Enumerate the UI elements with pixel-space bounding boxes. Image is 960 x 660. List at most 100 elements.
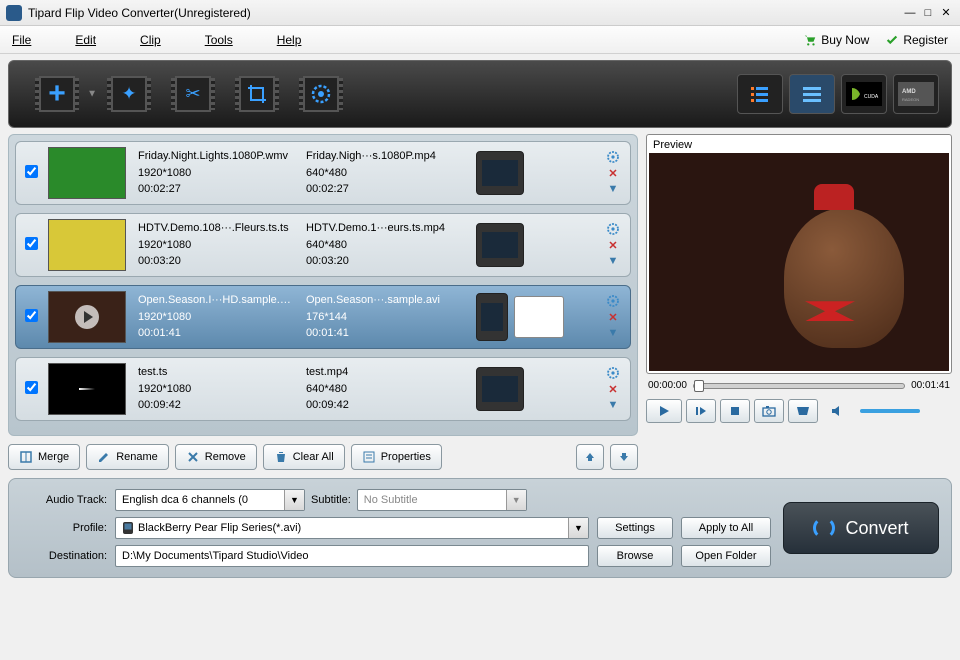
menu-edit[interactable]: Edit [75,33,96,47]
subtitle-select[interactable]: No Subtitle▼ [357,489,527,511]
volume-slider[interactable] [860,409,920,413]
menu-help[interactable]: Help [277,33,302,47]
menu-clip[interactable]: Clip [140,33,161,47]
convert-button[interactable]: Convert [783,502,939,554]
close-button[interactable]: ✕ [938,6,954,20]
file-thumbnail [48,291,126,343]
step-button[interactable] [686,399,716,423]
properties-label: Properties [381,451,431,463]
settings-button[interactable]: Settings [597,517,673,539]
audio-track-label: Audio Track: [21,494,107,506]
file-checkbox[interactable] [25,309,38,322]
clear-all-label: Clear All [293,451,334,463]
snapshot-button[interactable] [754,399,784,423]
file-checkbox[interactable] [25,237,38,250]
file-list: Friday.Night.Lights.1080P.wmv1920*108000… [8,134,638,436]
profile-dropdown-button[interactable]: ▼ [514,296,564,338]
destination-label: Destination: [21,550,107,562]
step-icon [695,405,707,417]
row-remove-button[interactable]: ✕ [606,310,620,324]
row-remove-button[interactable]: ✕ [606,166,620,180]
row-expand-button[interactable]: ▼ [606,182,620,196]
row-expand-button[interactable]: ▼ [606,254,620,268]
pencil-icon [97,450,111,464]
stop-button[interactable] [720,399,750,423]
browse-button[interactable]: Browse [597,545,673,567]
source-info: Open.Season.I···HD.sample.mkv1920*108000… [134,290,302,344]
list-icon [749,85,771,103]
list-action-bar: Merge Rename Remove Clear All Properties [8,444,638,470]
nvidia-badge[interactable]: CUDA [841,74,887,114]
minimize-button[interactable]: — [902,6,918,20]
fullscreen-button[interactable] [788,399,818,423]
file-row[interactable]: Open.Season.I···HD.sample.mkv1920*108000… [15,285,631,349]
row-settings-button[interactable] [606,294,620,308]
convert-icon [813,517,835,539]
output-device-icon[interactable] [476,223,524,267]
open-folder-button[interactable]: Open Folder [681,545,771,567]
x-icon [186,450,200,464]
add-file-button[interactable]: + ▼ [21,70,93,118]
detail-view-button[interactable] [789,74,835,114]
audio-track-select[interactable]: English dca 6 channels (0▼ [115,489,305,511]
move-down-button[interactable] [610,444,638,470]
clear-all-button[interactable]: Clear All [263,444,345,470]
buy-now-button[interactable]: Buy Now [803,33,869,47]
row-settings-button[interactable] [606,366,620,380]
merge-button[interactable]: Merge [8,444,80,470]
file-row[interactable]: Friday.Night.Lights.1080P.wmv1920*108000… [15,141,631,205]
row-remove-button[interactable]: ✕ [606,382,620,396]
profile-select[interactable]: BlackBerry Pear Flip Series(*.avi)▼ [115,517,589,539]
output-device-icon[interactable] [476,367,524,411]
properties-icon [362,450,376,464]
destination-input[interactable]: D:\My Documents\Tipard Studio\Video [115,545,589,567]
camera-icon [762,405,776,417]
preview-video[interactable] [649,153,949,371]
apply-to-all-button[interactable]: Apply to All [681,517,771,539]
output-info: Friday.Nigh···s.1080P.mp4640*48000:02:27 [302,146,470,200]
subtitle-label: Subtitle: [311,494,351,506]
amd-badge[interactable]: AMDRADEON [893,74,939,114]
menu-tools[interactable]: Tools [205,33,233,47]
row-settings-button[interactable] [606,150,620,164]
preferences-button[interactable] [293,70,349,118]
file-checkbox[interactable] [25,165,38,178]
play-icon [658,405,670,417]
file-thumbnail [48,219,126,271]
arrow-down-icon [618,451,630,463]
svg-text:CUDA: CUDA [864,94,879,100]
row-settings-button[interactable] [606,222,620,236]
file-row[interactable]: HDTV.Demo.108···.Fleurs.ts.ts1920*108000… [15,213,631,277]
crop-button[interactable] [229,70,285,118]
output-settings-panel: Audio Track: English dca 6 channels (0▼ … [8,478,952,578]
list-view-button[interactable] [737,74,783,114]
row-expand-button[interactable]: ▼ [606,326,620,340]
rename-button[interactable]: Rename [86,444,169,470]
properties-button[interactable]: Properties [351,444,442,470]
maximize-button[interactable]: □ [920,6,936,20]
chevron-down-icon[interactable]: ▼ [87,89,97,100]
output-device-icon[interactable] [476,293,508,341]
effect-button[interactable]: ✦ [101,70,157,118]
seek-slider[interactable] [693,383,905,389]
play-button[interactable] [646,399,682,423]
preview-label: Preview [649,137,949,153]
trim-button[interactable]: ✂ [165,70,221,118]
row-expand-button[interactable]: ▼ [606,398,620,412]
convert-label: Convert [845,518,908,539]
move-up-button[interactable] [576,444,604,470]
row-remove-button[interactable]: ✕ [606,238,620,252]
register-button[interactable]: Register [885,33,948,47]
total-time: 00:01:41 [911,380,950,391]
mute-button[interactable] [822,399,852,423]
output-device-icon[interactable] [476,151,524,195]
file-thumbnail [48,363,126,415]
file-row[interactable]: test.ts1920*108000:09:42test.mp4640*4800… [15,357,631,421]
arrow-up-icon [584,451,596,463]
toolbar: + ▼ ✦ ✂ CUDA AMDRADEON [8,60,952,128]
stop-icon [730,406,740,416]
menu-file[interactable]: File [12,33,31,47]
current-time: 00:00:00 [648,380,687,391]
file-checkbox[interactable] [25,381,38,394]
remove-button[interactable]: Remove [175,444,257,470]
